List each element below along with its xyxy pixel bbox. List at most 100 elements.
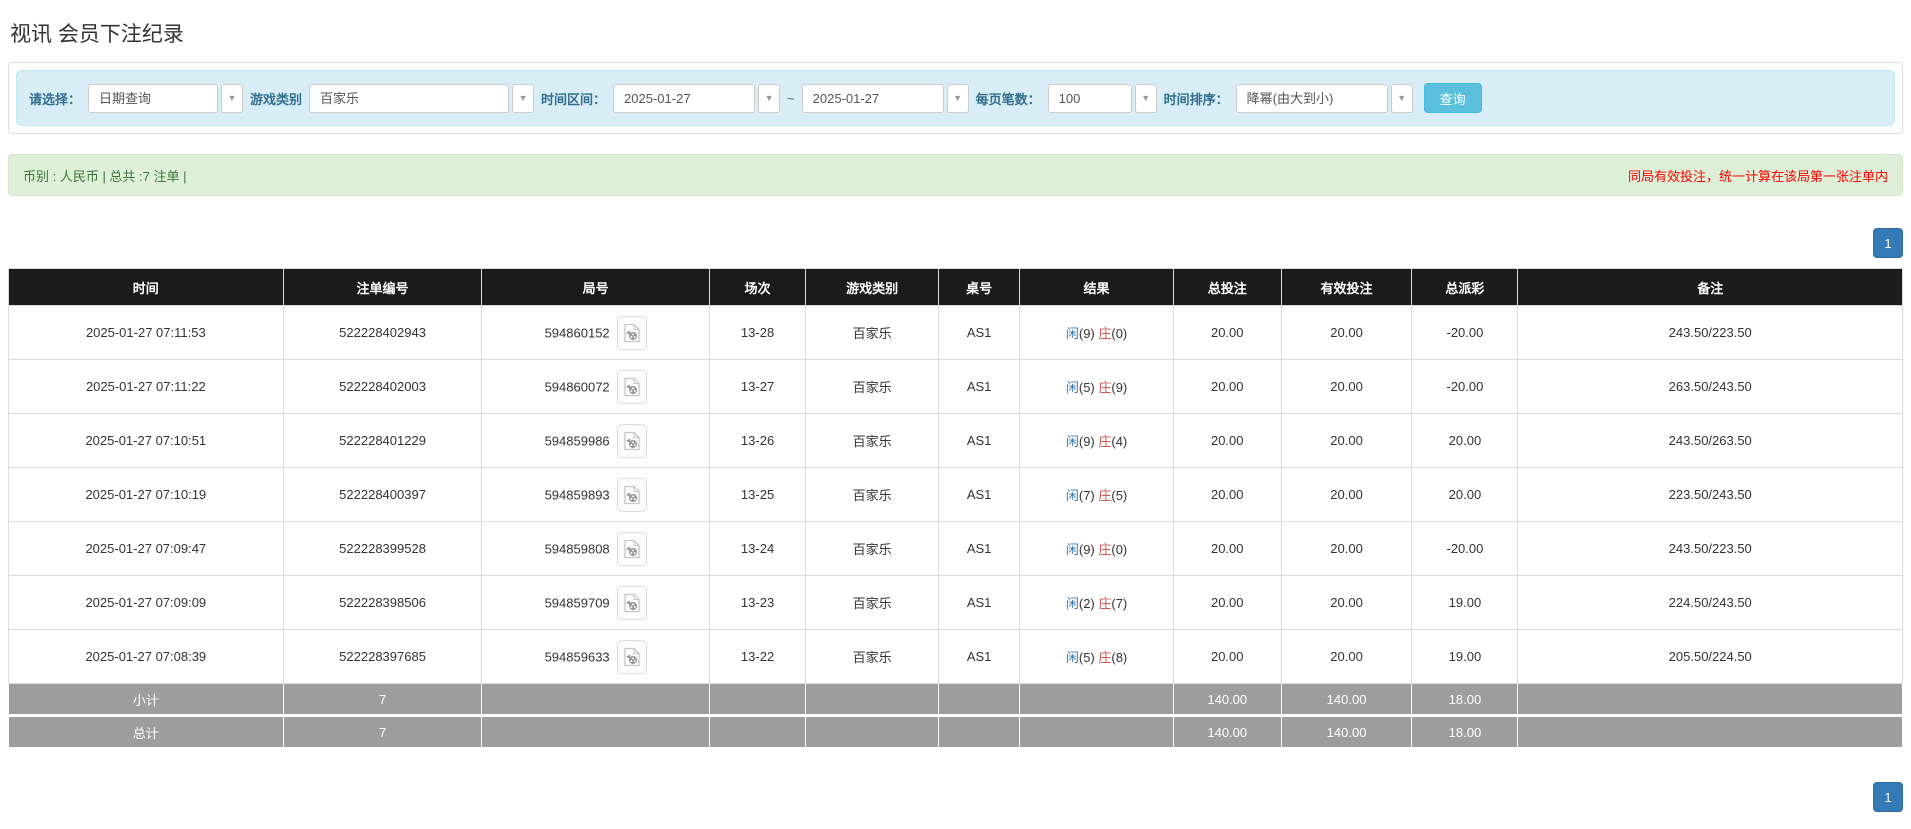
table-row: 2025-01-27 07:10:19 522228400397 594859893… [8, 467, 1903, 522]
cell-bet-id: 522228401229 [282, 413, 483, 468]
footer-empty [937, 715, 1021, 748]
player-result-score: (9) [1078, 326, 1099, 341]
banker-result-score: (0) [1111, 542, 1128, 557]
video-replay-button[interactable] [616, 315, 647, 350]
time-range-label: 时间区间： [541, 91, 607, 107]
date-from-select[interactable]: 2025-01-27 ▼ [613, 83, 781, 113]
cell-valid-bet: 20.00 [1280, 575, 1413, 630]
date-from-value[interactable]: 2025-01-27 [613, 83, 756, 113]
round-id-text: 594859986 [544, 433, 610, 448]
cell-round-id: 594860072 [481, 359, 710, 414]
cell-remark: 205.50/224.50 [1517, 629, 1903, 684]
cell-total-bet[interactable]: 20.00 [1172, 575, 1282, 630]
player-result-score: (9) [1078, 434, 1099, 449]
cell-time: 2025-01-27 07:08:39 [8, 629, 284, 684]
player-result-label: 闲 [1065, 542, 1079, 557]
video-replay-button[interactable] [616, 585, 647, 620]
query-button[interactable]: 查询 [1423, 83, 1482, 113]
query-type-select[interactable]: 日期查询 ▼ [88, 83, 244, 113]
round-id-text: 594859893 [544, 487, 610, 502]
chevron-down-icon[interactable]: ▼ [1134, 83, 1157, 113]
player-result-score: (5) [1078, 380, 1099, 395]
footer-valid-bet: 140.00 [1280, 683, 1413, 717]
chevron-down-icon[interactable]: ▼ [221, 83, 244, 113]
round-id-text: 594860072 [544, 379, 610, 394]
cell-game-type: 百家乐 [805, 521, 939, 576]
game-type-value[interactable]: 百家乐 [309, 83, 510, 113]
footer-count: 7 [282, 715, 483, 748]
cell-round-id: 594860152 [481, 305, 710, 360]
column-header-result: 结果 [1019, 268, 1174, 306]
cell-payout: 19.00 [1411, 629, 1519, 684]
cell-total-bet[interactable]: 20.00 [1172, 521, 1282, 576]
chevron-down-icon[interactable]: ▼ [1390, 83, 1413, 113]
column-header-game-type: 游戏类别 [805, 268, 939, 306]
page-1-button[interactable]: 1 [1873, 782, 1903, 812]
chevron-down-icon[interactable]: ▼ [512, 83, 535, 113]
pagination-top: 1 [8, 228, 1903, 258]
video-clip-icon [624, 377, 640, 396]
cell-remark: 224.50/243.50 [1517, 575, 1903, 630]
time-sort-label: 时间排序： [1163, 91, 1229, 107]
player-result-label: 闲 [1065, 380, 1079, 395]
video-replay-button[interactable] [616, 423, 647, 458]
banker-result-label: 庄 [1098, 380, 1112, 395]
banker-result-label: 庄 [1098, 326, 1112, 341]
chevron-down-icon[interactable]: ▼ [946, 83, 969, 113]
grandtotal-row: 总计 7 140.00 140.00 18.00 [8, 715, 1903, 748]
per-page-select[interactable]: 100 ▼ [1047, 83, 1157, 113]
query-type-value[interactable]: 日期查询 [88, 83, 219, 113]
video-replay-button[interactable] [616, 531, 647, 566]
cell-total-bet[interactable]: 20.00 [1172, 413, 1282, 468]
cell-payout: -20.00 [1411, 305, 1519, 360]
cell-payout: 20.00 [1411, 413, 1519, 468]
chevron-down-icon[interactable]: ▼ [758, 83, 781, 113]
per-page-value[interactable]: 100 [1047, 83, 1132, 113]
cell-table-no: AS1 [937, 629, 1021, 684]
player-result-label: 闲 [1065, 434, 1079, 449]
cell-session: 13-28 [708, 305, 807, 360]
cell-game-type: 百家乐 [805, 575, 939, 630]
range-tilde: ~ [787, 90, 795, 106]
game-type-label: 游戏类别 [250, 91, 303, 107]
cell-total-bet[interactable]: 20.00 [1172, 305, 1282, 360]
table-row: 2025-01-27 07:08:39 522228397685 594859633… [8, 629, 1903, 684]
cell-valid-bet: 20.00 [1280, 413, 1413, 468]
column-header-remark: 备注 [1517, 268, 1903, 306]
time-sort-select[interactable]: 降幂(由大到小) ▼ [1235, 83, 1413, 113]
cell-valid-bet: 20.00 [1280, 521, 1413, 576]
cell-remark: 263.50/243.50 [1517, 359, 1903, 414]
column-header-table-no: 桌号 [937, 268, 1021, 306]
cell-time: 2025-01-27 07:10:51 [8, 413, 284, 468]
page-1-button[interactable]: 1 [1873, 228, 1903, 258]
cell-round-id: 594859633 [481, 629, 710, 684]
footer-label: 总计 [8, 715, 284, 748]
game-type-select[interactable]: 百家乐 ▼ [309, 83, 535, 113]
cell-table-no: AS1 [937, 359, 1021, 414]
video-replay-button[interactable] [616, 369, 647, 404]
cell-time: 2025-01-27 07:11:53 [8, 305, 284, 360]
video-replay-button[interactable] [616, 477, 647, 512]
cell-bet-id: 522228402003 [282, 359, 483, 414]
video-clip-icon [624, 539, 640, 558]
video-replay-button[interactable] [616, 639, 647, 674]
cell-game-type: 百家乐 [805, 359, 939, 414]
time-sort-value[interactable]: 降幂(由大到小) [1235, 83, 1388, 113]
cell-total-bet[interactable]: 20.00 [1172, 467, 1282, 522]
cell-total-bet[interactable]: 20.00 [1172, 629, 1282, 684]
footer-empty [805, 683, 939, 717]
cell-session: 13-25 [708, 467, 807, 522]
cell-total-bet[interactable]: 20.00 [1172, 359, 1282, 414]
cell-payout: 19.00 [1411, 575, 1519, 630]
footer-payout: 18.00 [1411, 683, 1519, 717]
player-result-score: (7) [1078, 488, 1099, 503]
currency-total-summary: 币别 : 人民币 | 总共 :7 注单 | [23, 168, 187, 184]
date-to-value[interactable]: 2025-01-27 [801, 83, 944, 113]
cell-table-no: AS1 [937, 467, 1021, 522]
footer-valid-bet: 140.00 [1280, 715, 1413, 748]
query-type-label: 请选择： [29, 91, 82, 107]
player-result-label: 闲 [1065, 596, 1079, 611]
date-to-select[interactable]: 2025-01-27 ▼ [801, 83, 969, 113]
video-clip-icon [624, 323, 640, 342]
player-result-score: (5) [1078, 650, 1099, 665]
